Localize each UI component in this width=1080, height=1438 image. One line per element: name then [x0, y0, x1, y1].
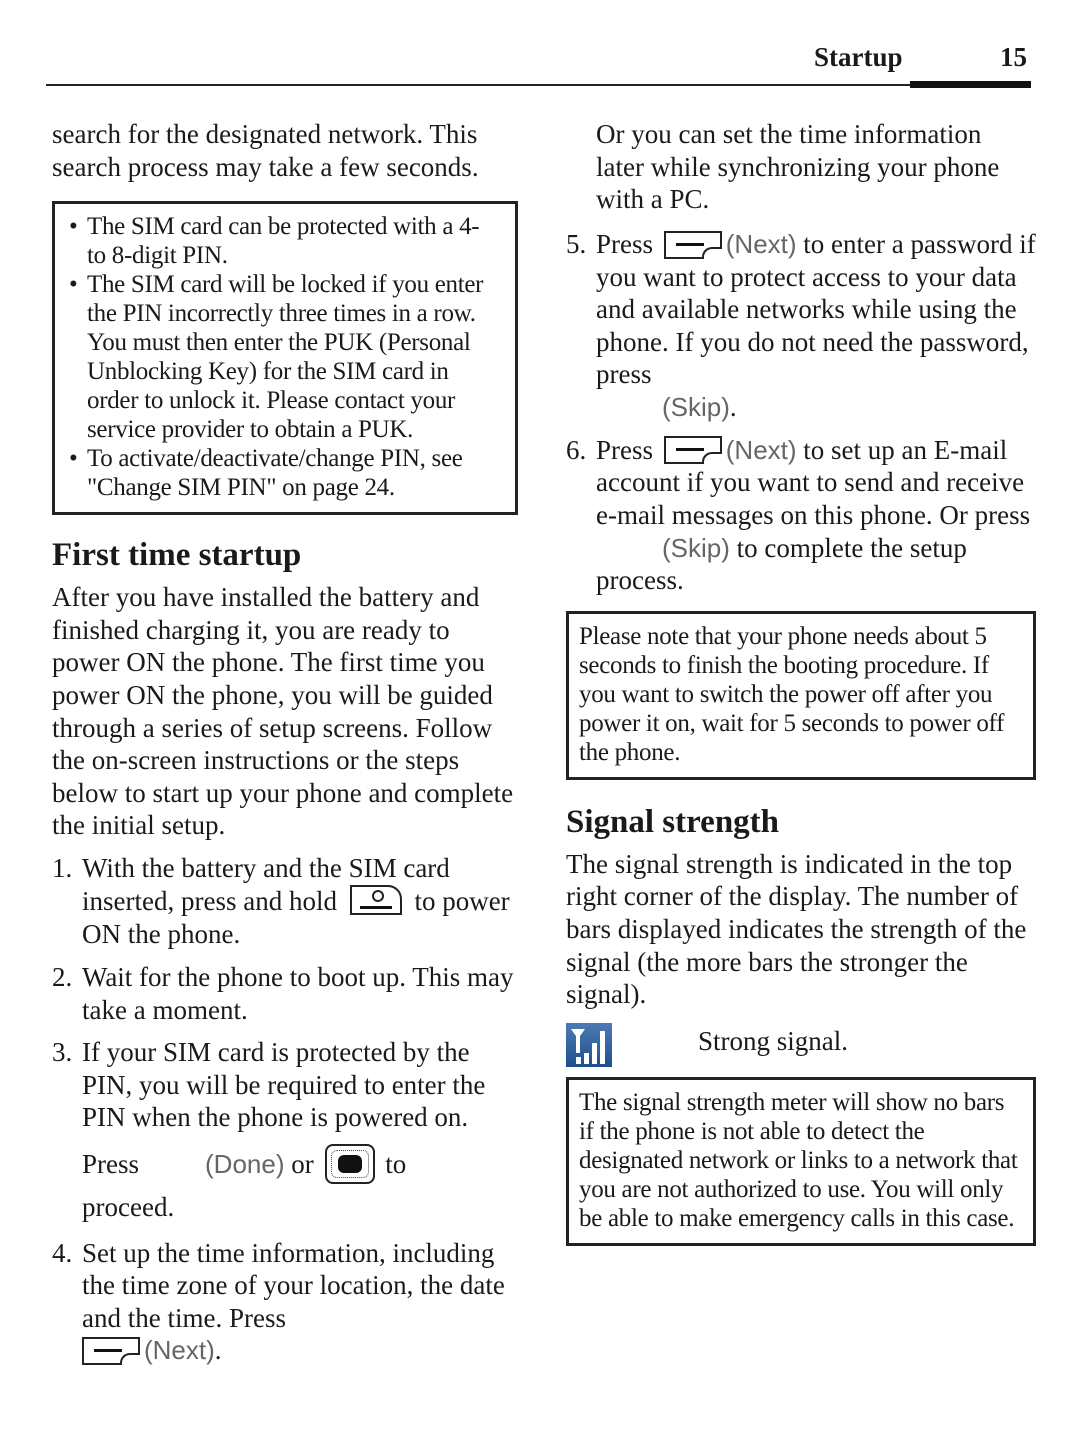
signal-note-text: The signal strength meter will show no b…: [579, 1088, 1018, 1232]
softkey-label-done: (Done): [205, 1148, 285, 1179]
step-text: to: [385, 1148, 407, 1179]
signal-legend-row: Strong signal.: [566, 1019, 1036, 1073]
softkey-label-next: (Next): [725, 228, 797, 259]
startup-steps: 1. With the battery and the SIM card ins…: [52, 852, 518, 1367]
power-key-icon: [349, 885, 402, 916]
step-text: .: [729, 391, 737, 422]
step4-continuation: Or you can set the time information late…: [596, 119, 1000, 215]
step-number: 1.: [52, 852, 73, 883]
softkey-label-next: (Next): [725, 434, 797, 465]
pin-bullet: The SIM card will be locked if you enter…: [69, 270, 503, 444]
section-heading-signal-strength: Signal strength: [566, 803, 780, 840]
step-item: 4. Set up the time information, includin…: [52, 1237, 518, 1368]
signal-strength-icon: [566, 1022, 612, 1067]
step-text: Press: [596, 434, 654, 465]
step-text: to complete the setup process.: [596, 532, 967, 596]
step-number: 3.: [52, 1037, 73, 1068]
step-item: 5. Press (Next) to enter a password if y…: [566, 228, 1036, 424]
section-heading-first-time-startup: First time startup: [52, 537, 302, 574]
pin-bullet: The SIM card can be protected with a 4- …: [69, 212, 503, 270]
boot-note-box: Please note that your phone needs about …: [566, 610, 1036, 780]
left-softkey-icon: [82, 1337, 140, 1366]
step-item: 1. With the battery and the SIM card ins…: [52, 852, 518, 951]
step-number: 2.: [52, 961, 73, 992]
step-item: 2. Wait for the phone to boot up. This m…: [52, 961, 518, 1026]
softkey-label-skip: (Skip): [662, 532, 730, 563]
step-text: or: [291, 1148, 314, 1179]
header-rule-accent: [910, 81, 1031, 88]
step-text: If your SIM card is protected by the PIN…: [82, 1037, 486, 1133]
startup-intro: After you have installed the battery and…: [52, 582, 514, 841]
step-text: Wait for the phone to boot up. This may …: [82, 961, 514, 1025]
section-title: Startup: [814, 42, 903, 72]
step-text: Press: [82, 1148, 140, 1179]
ok-key-icon: [324, 1143, 375, 1184]
intro-continuation: search for the designated network. This …: [52, 119, 479, 182]
left-softkey-icon: [663, 436, 722, 465]
step-item: 3. If your SIM card is protected by the …: [52, 1036, 518, 1227]
softkey-label-skip: (Skip): [662, 391, 730, 422]
softkey-label-next: (Next): [144, 1335, 215, 1366]
signal-note-box: The signal strength meter will show no b…: [566, 1076, 1036, 1246]
step-text: Set up the time information, including t…: [82, 1237, 505, 1333]
step-text: Press: [596, 228, 654, 259]
step-text: to enter a password if you want to prote…: [596, 228, 1036, 390]
right-column: Or you can set the time information late…: [566, 118, 1036, 1246]
step-text: .: [214, 1335, 222, 1366]
step-text: to set up an E-mail account if you want …: [596, 434, 1031, 530]
left-softkey-icon: [663, 230, 722, 259]
pin-info-box: The SIM card can be protected with a 4- …: [52, 201, 518, 516]
step-text: proceed.: [82, 1191, 175, 1222]
step-number: 5.: [566, 228, 587, 259]
page-number: 15: [1000, 42, 1027, 72]
signal-label: Strong signal.: [698, 1025, 849, 1056]
signal-intro: The signal strength is indicated in the …: [566, 848, 1027, 1010]
step-number: 6.: [566, 434, 587, 465]
step-item: 6. Press (Next) to set up an E-mail acco…: [566, 434, 1036, 597]
pin-bullet: To activate/deactivate/change PIN, see "…: [69, 444, 503, 502]
step-number: 4.: [52, 1237, 73, 1268]
boot-note-text: Please note that your phone needs about …: [579, 622, 1005, 766]
left-column: search for the designated network. This …: [52, 118, 518, 1367]
header-rule: [46, 84, 912, 86]
startup-steps-cont: 5. Press (Next) to enter a password if y…: [566, 228, 1036, 597]
